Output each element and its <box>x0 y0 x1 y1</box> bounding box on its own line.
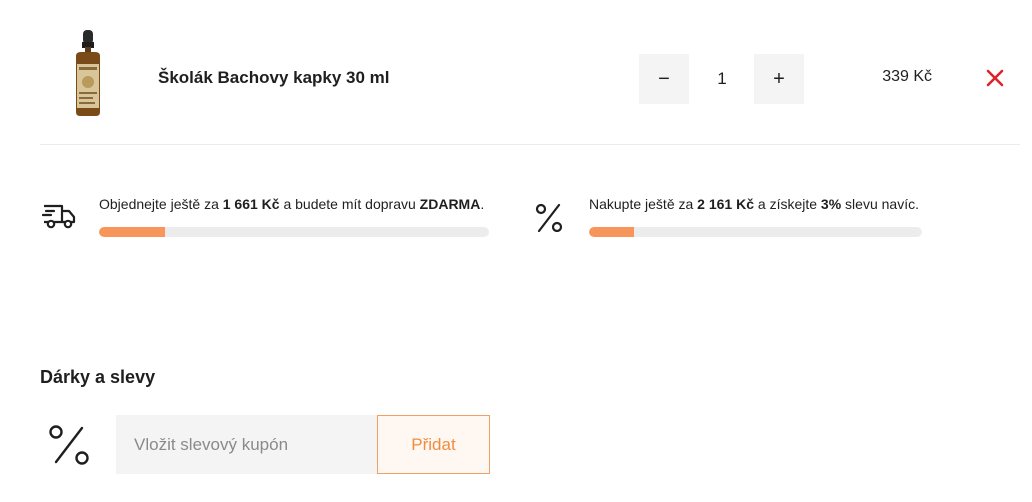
discount-progress-fill <box>589 227 634 237</box>
free-shipping-text: Objednejte ještě za 1 661 Kč a budete mí… <box>99 196 484 212</box>
product-name[interactable]: Školák Bachovy kapky 30 ml <box>158 68 390 88</box>
increase-quantity-button[interactable]: + <box>754 54 804 104</box>
close-icon[interactable] <box>984 67 1006 89</box>
free-shipping-progress: Objednejte ještě za 1 661 Kč a budete mí… <box>42 196 490 240</box>
decrease-quantity-button[interactable]: − <box>639 54 689 104</box>
discount-text-after: slevu navíc. <box>841 196 919 212</box>
free-shipping-text-before: Objednejte ještě za <box>99 196 223 212</box>
discount-highlight: 3% <box>820 196 842 212</box>
discount-progress-bar <box>589 227 922 237</box>
free-shipping-amount: 1 661 Kč <box>222 196 280 212</box>
free-shipping-text-after: . <box>480 196 485 212</box>
discount-amount: 2 161 Kč <box>697 196 754 212</box>
percent-icon <box>535 203 563 232</box>
coupon-input[interactable] <box>116 415 379 474</box>
add-coupon-button[interactable]: Přidat <box>377 415 490 474</box>
discount-text-middle: a získejte <box>754 196 821 212</box>
gifts-section-title: Dárky a slevy <box>40 367 156 387</box>
truck-icon <box>42 204 76 229</box>
percent-icon <box>49 425 89 465</box>
discount-text: Nakupte ještě za 2 161 Kč a získejte 3% … <box>589 196 919 212</box>
free-shipping-text-middle: a budete mít dopravu <box>279 196 420 212</box>
quantity-value[interactable]: 1 <box>696 54 748 104</box>
cart-item-row: Školák Bachovy kapky 30 ml − 1 + 339 Kč <box>40 30 1020 145</box>
item-price: 339 Kč <box>882 68 932 85</box>
free-shipping-progress-fill <box>99 227 166 237</box>
product-image[interactable] <box>70 30 106 116</box>
discount-progress: Nakupte ještě za 2 161 Kč a získejte 3% … <box>533 196 923 240</box>
discount-text-before: Nakupte ještě za <box>589 196 698 212</box>
free-shipping-highlight: ZDARMA <box>419 196 481 212</box>
free-shipping-progress-bar <box>99 227 489 237</box>
